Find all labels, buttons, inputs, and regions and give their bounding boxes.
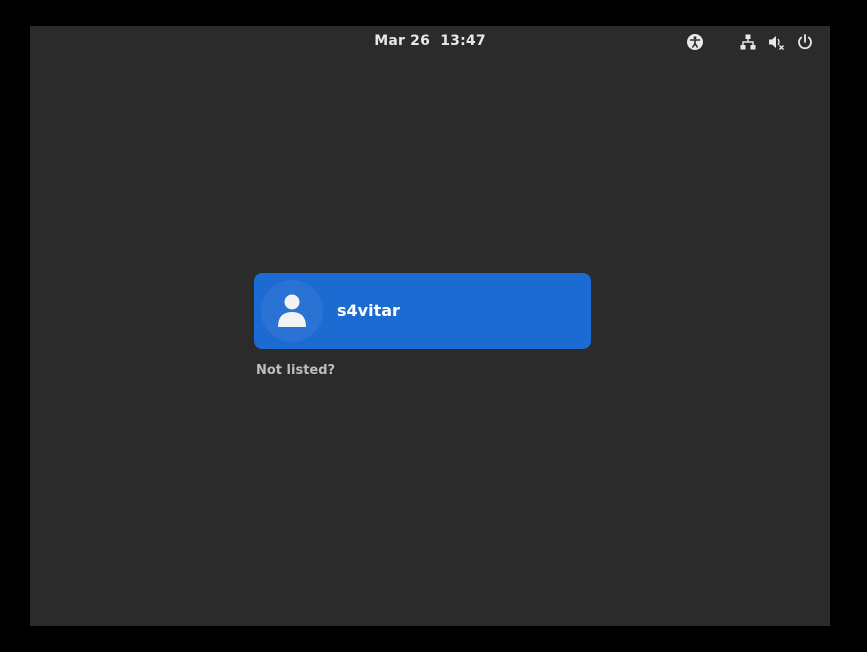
- network-icon[interactable]: [739, 33, 757, 51]
- volume-muted-icon[interactable]: [767, 33, 785, 51]
- clock-time: 13:47: [440, 33, 486, 49]
- user-avatar-icon: [261, 280, 323, 342]
- accessibility-icon[interactable]: [686, 33, 704, 51]
- clock[interactable]: Mar 26 13:47: [30, 33, 830, 49]
- not-listed-button[interactable]: Not listed?: [256, 363, 335, 378]
- power-icon[interactable]: [796, 33, 814, 51]
- login-screen: Mar 26 13:47 s4vitar Not listed?: [30, 26, 830, 626]
- username-label: s4vitar: [337, 301, 400, 320]
- top-bar: Mar 26 13:47: [30, 26, 830, 58]
- user-list-item[interactable]: s4vitar: [254, 273, 591, 349]
- clock-date: Mar 26: [374, 33, 431, 49]
